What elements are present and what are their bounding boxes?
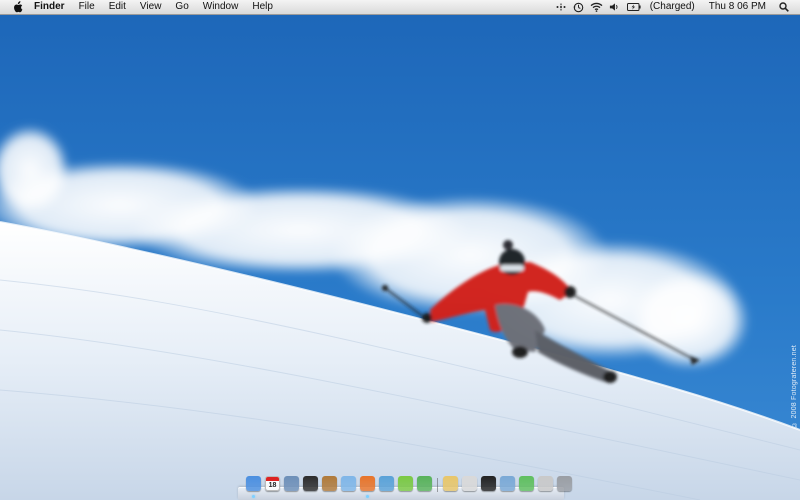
volume-icon[interactable] xyxy=(606,0,624,14)
battery-status-text[interactable]: (Charged) xyxy=(644,0,701,14)
wallpaper-credit: © 2008 Fotograferen.net xyxy=(791,345,798,428)
battery-icon[interactable] xyxy=(624,0,644,14)
dvd-icon[interactable] xyxy=(303,476,318,491)
wifi-icon[interactable] xyxy=(588,0,606,14)
safari-icon[interactable] xyxy=(379,476,394,491)
menu-go[interactable]: Go xyxy=(168,0,195,14)
menu-clock[interactable]: Thu 8 06 PM xyxy=(701,0,776,14)
mail-icon[interactable] xyxy=(500,476,515,491)
dock: 18 xyxy=(238,476,572,500)
skier-powder-wallpaper xyxy=(0,0,800,500)
menu-edit[interactable]: Edit xyxy=(102,0,133,14)
desktop-wallpaper: © 2008 Fotograferen.net xyxy=(0,0,800,500)
spotlight-icon[interactable] xyxy=(776,0,792,14)
documents-folder-icon[interactable] xyxy=(538,476,553,491)
menu-view[interactable]: View xyxy=(133,0,169,14)
menu-window[interactable]: Window xyxy=(196,0,246,14)
time-machine-icon[interactable] xyxy=(570,0,588,14)
status-area: (Charged) Thu 8 06 PM xyxy=(552,0,800,14)
menu-bar: Finder File Edit View Go Window Help (Ch… xyxy=(0,0,800,15)
running-indicator xyxy=(252,495,255,498)
running-indicator xyxy=(366,495,369,498)
download-icon[interactable] xyxy=(519,476,534,491)
menu-app-finder[interactable]: Finder xyxy=(34,0,72,14)
itunes-icon[interactable] xyxy=(341,476,356,491)
notes-icon[interactable] xyxy=(443,476,458,491)
stickies-icon[interactable] xyxy=(462,476,477,491)
calendar-day: 18 xyxy=(268,482,277,489)
dock-icons: 18 xyxy=(246,476,576,498)
green-app-icon[interactable] xyxy=(398,476,413,491)
finder-icon[interactable] xyxy=(246,476,261,498)
bluetooth-icon[interactable] xyxy=(552,0,570,14)
apple-icon[interactable] xyxy=(10,0,24,14)
trash-icon[interactable] xyxy=(557,476,572,491)
calendar-icon[interactable]: 18 xyxy=(265,476,280,491)
adium-icon[interactable] xyxy=(417,476,432,491)
firefox-icon[interactable] xyxy=(360,476,375,498)
photo-icon[interactable] xyxy=(322,476,337,491)
menu-file[interactable]: File xyxy=(72,0,102,14)
menu-help[interactable]: Help xyxy=(245,0,280,14)
preview-icon[interactable] xyxy=(284,476,299,491)
dock-separator xyxy=(437,478,438,492)
terminal-icon[interactable] xyxy=(481,476,496,491)
